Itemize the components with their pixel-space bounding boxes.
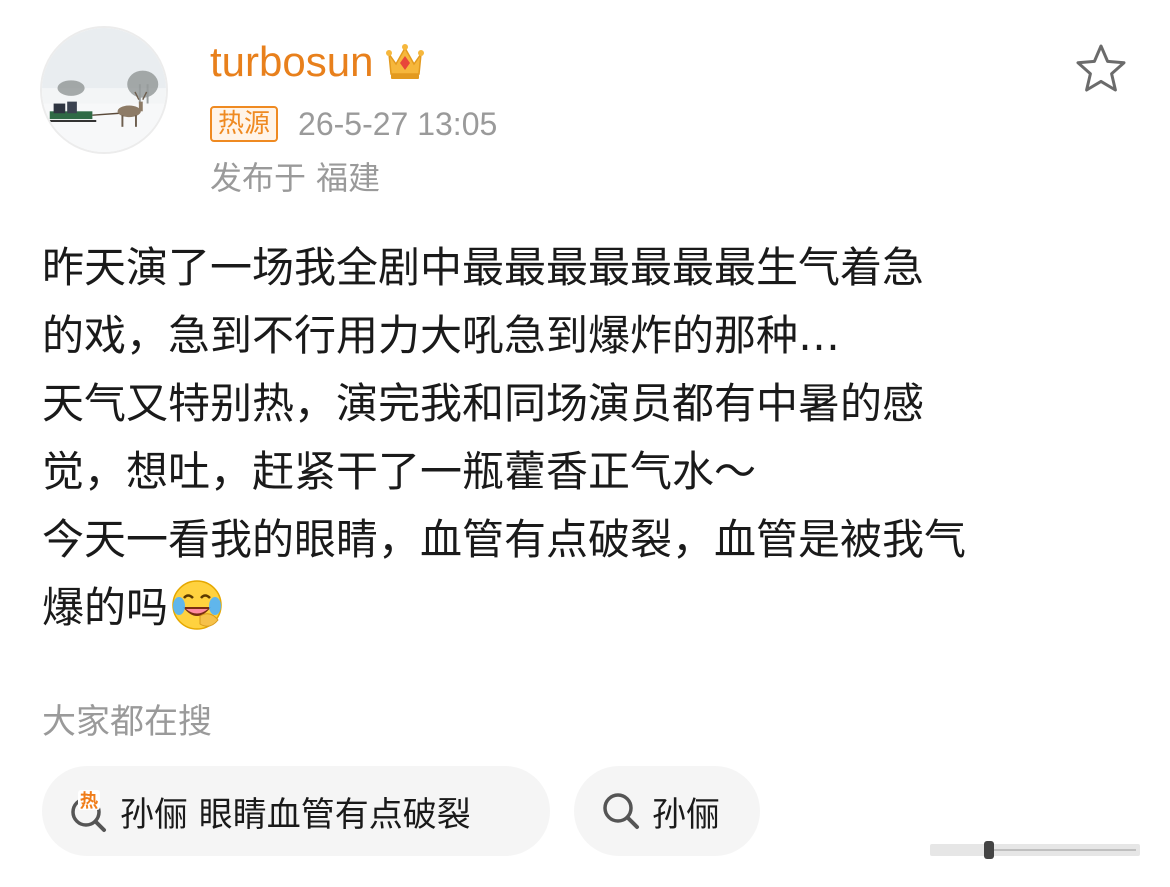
post-line: 天气又特别热，演完我和同场演员都有中暑的感 bbox=[42, 379, 925, 428]
chip-label: 孙俪 bbox=[652, 794, 720, 835]
post-line: 昨天演了一场我全剧中最最最最最最最生气着急 bbox=[42, 243, 925, 292]
avatar-image bbox=[42, 28, 166, 152]
status-badge: 热源 bbox=[210, 106, 279, 142]
search-icon bbox=[598, 788, 644, 834]
post-line: 爆的吗 bbox=[42, 583, 169, 632]
laugh-cry-emoji-icon bbox=[170, 578, 224, 632]
post-text: 昨天演了一场我全剧中最最最最最最最生气着急 的戏，急到不行用力大吼急到爆炸的那种… bbox=[42, 234, 1122, 642]
post-line: 今天一看我的眼睛，血管有点破裂，血管是被我气 bbox=[42, 515, 967, 564]
username[interactable]: turbosun bbox=[210, 36, 373, 88]
username-row: turbosun bbox=[210, 36, 427, 88]
avatar[interactable] bbox=[40, 26, 168, 154]
scroll-indicator bbox=[930, 838, 1140, 862]
related-search-chip[interactable]: 热 孙俪 眼睛血管有点破裂 bbox=[42, 766, 550, 856]
related-search-chip[interactable]: 孙俪 bbox=[574, 766, 760, 856]
post-line: 觉，想吐，赶紧干了一瓶藿香正气水～ bbox=[42, 447, 757, 496]
svg-text:热: 热 bbox=[80, 790, 98, 812]
post-location: 发布于 福建 bbox=[210, 159, 381, 197]
star-icon[interactable] bbox=[1072, 40, 1130, 98]
related-searches-title: 大家都在搜 bbox=[42, 702, 212, 742]
meta-row: 热源 26-5-27 13:05 bbox=[210, 104, 497, 144]
chip-label: 孙俪 眼睛血管有点破裂 bbox=[120, 794, 471, 835]
post-line-last: 爆的吗 bbox=[42, 574, 1122, 642]
post-timestamp: 26-5-27 13:05 bbox=[298, 105, 498, 142]
hot-search-icon: 热 bbox=[66, 788, 112, 834]
post-line: 的戏，急到不行用力大吼急到爆炸的那种… bbox=[42, 311, 841, 360]
crown-icon[interactable] bbox=[383, 40, 427, 84]
